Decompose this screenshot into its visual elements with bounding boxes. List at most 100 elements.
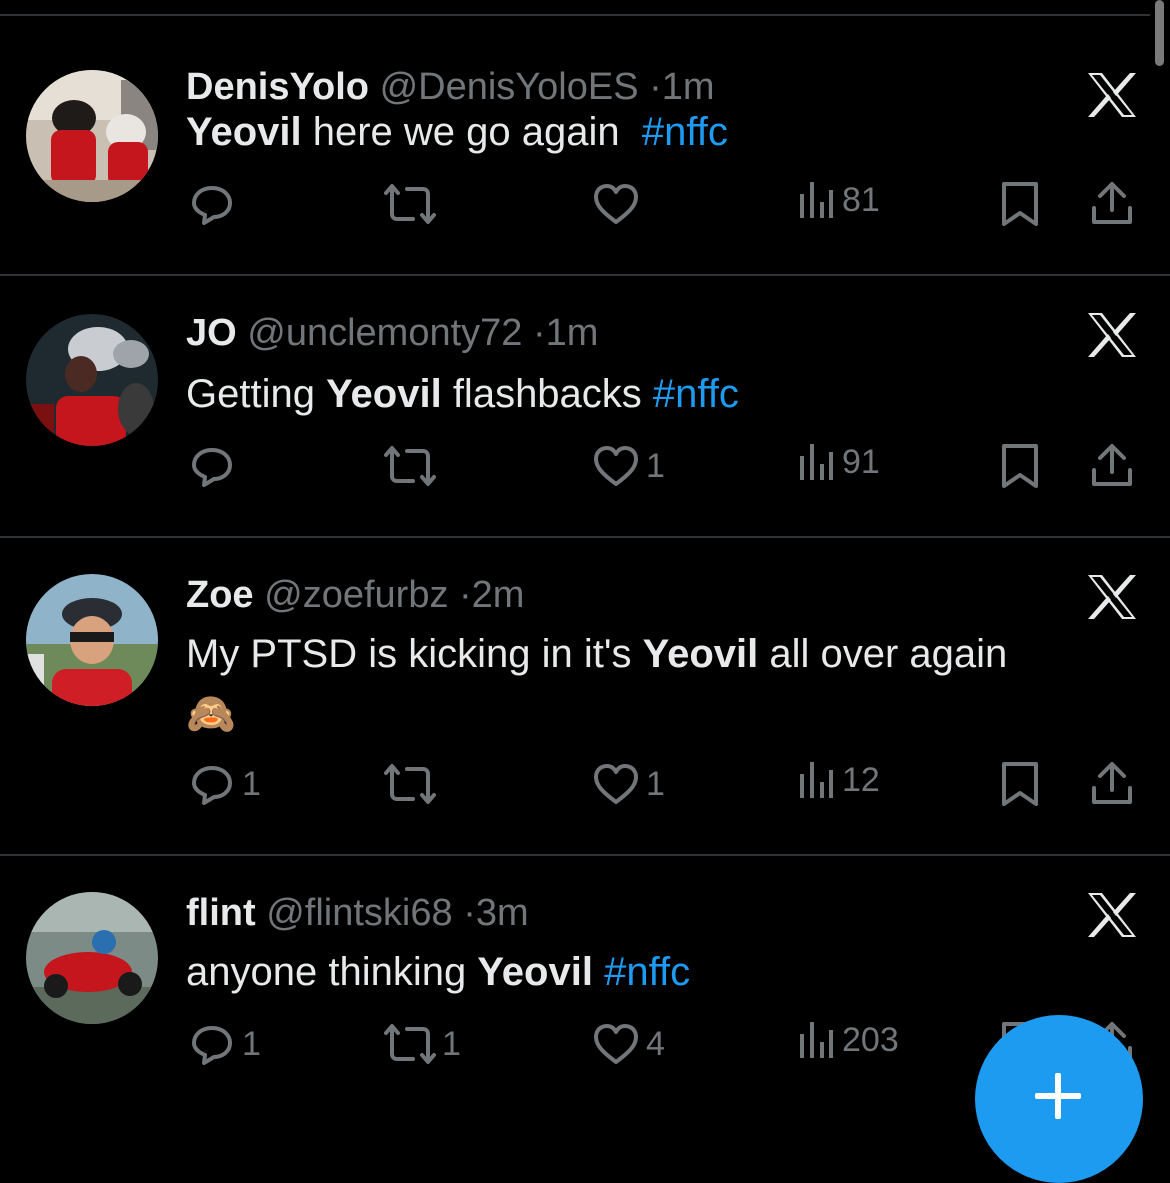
views-icon: [800, 182, 833, 218]
views-button[interactable]: 12: [796, 760, 880, 800]
text-normal: anyone thinking: [186, 950, 478, 994]
views-icon: [800, 1022, 833, 1058]
tweet-text: My PTSD is kicking in it's Yeovil all ov…: [186, 624, 1116, 744]
retweet-icon: [384, 184, 436, 224]
tweet-item[interactable]: DenisYolo @DenisYoloES ·1m Yeovil here w…: [0, 16, 1170, 276]
share-button[interactable]: [1088, 442, 1136, 490]
reply-icon: [192, 186, 232, 225]
bookmark-button[interactable]: [998, 180, 1042, 228]
view-count: 81: [842, 180, 880, 219]
tweet-item[interactable]: JO @unclemonty72 ·1m Getting Yeovil flas…: [0, 276, 1170, 538]
user-handle[interactable]: @flintski68: [266, 892, 452, 934]
text-bold: Yeovil: [642, 632, 759, 676]
like-icon: [594, 764, 638, 804]
tweet-text: anyone thinking Yeovil #nffc: [186, 942, 1116, 1002]
share-icon: [1092, 182, 1132, 224]
separator-dot: ·: [463, 892, 476, 934]
bookmark-button[interactable]: [998, 442, 1042, 490]
reply-icon: [192, 448, 232, 487]
text-bold: Yeovil: [326, 372, 442, 416]
reply-icon: [192, 766, 232, 805]
views-icon: [800, 762, 833, 798]
share-icon: [1092, 762, 1132, 804]
text-normal: flashbacks: [441, 372, 653, 416]
view-count: 12: [842, 760, 880, 799]
display-name[interactable]: JO: [186, 312, 237, 354]
retweet-button[interactable]: [384, 180, 442, 228]
retweet-icon: [384, 764, 436, 804]
separator-dot: ·: [459, 574, 472, 616]
tweet-actions: 1 1 12: [0, 760, 1170, 820]
timestamp[interactable]: 1m: [546, 312, 599, 354]
reply-button[interactable]: 1: [188, 760, 261, 808]
text-normal: all over again: [758, 632, 1008, 676]
retweet-icon: [384, 446, 436, 486]
text-bold: Yeovil: [186, 110, 302, 154]
plus-icon-vertical: [1055, 1073, 1061, 1119]
views-button[interactable]: 91: [796, 442, 880, 482]
avatar[interactable]: [26, 314, 158, 446]
view-count: 91: [842, 442, 880, 481]
reply-button[interactable]: [188, 442, 242, 490]
reply-count: 1: [242, 764, 261, 803]
like-button[interactable]: [592, 180, 646, 228]
retweet-button[interactable]: [384, 760, 442, 808]
user-handle[interactable]: @zoefurbz: [264, 574, 448, 616]
avatar[interactable]: [26, 892, 158, 1024]
tweet-header: flint @flintski68 ·3m: [186, 890, 529, 936]
x-logo-icon[interactable]: [1086, 892, 1138, 938]
share-button[interactable]: [1088, 760, 1136, 808]
views-icon: [800, 444, 833, 480]
like-button[interactable]: 1: [592, 442, 665, 490]
x-logo-icon[interactable]: [1086, 574, 1138, 620]
like-icon: [594, 1024, 638, 1064]
tweet-text: Yeovil here we go again #nffc: [186, 102, 1116, 162]
text-normal: Getting: [186, 372, 327, 416]
retweet-button[interactable]: 1: [384, 1020, 461, 1068]
like-icon: [594, 184, 638, 224]
text-bold: Yeovil: [477, 950, 593, 994]
tweet-header: Zoe @zoefurbz ·2m: [186, 572, 524, 618]
separator-dot: ·: [533, 312, 546, 354]
text-normal: [593, 950, 604, 994]
emoji: 🙈: [186, 692, 236, 736]
like-button[interactable]: 4: [592, 1020, 665, 1068]
views-button[interactable]: 81: [796, 180, 880, 220]
timestamp[interactable]: 3m: [476, 892, 529, 934]
like-count: 4: [646, 1024, 665, 1063]
retweet-icon: [384, 1024, 436, 1064]
reply-icon: [192, 1026, 232, 1065]
bookmark-button[interactable]: [998, 760, 1042, 808]
reply-count: 1: [242, 1024, 261, 1063]
like-icon: [594, 446, 638, 486]
text-normal: here we go again: [301, 110, 642, 154]
share-button[interactable]: [1088, 180, 1136, 228]
hashtag-link[interactable]: #nffc: [642, 110, 728, 154]
bookmark-icon: [1002, 444, 1038, 488]
display-name[interactable]: Zoe: [186, 574, 254, 616]
view-count: 203: [842, 1020, 899, 1059]
x-logo-icon[interactable]: [1086, 312, 1138, 358]
tweet-text: Getting Yeovil flashbacks #nffc: [186, 364, 1116, 424]
compose-button[interactable]: [975, 1015, 1143, 1183]
retweet-button[interactable]: [384, 442, 442, 490]
like-count: 1: [646, 764, 665, 803]
tweet-actions: 1 91: [0, 442, 1170, 502]
reply-button[interactable]: 1: [188, 1020, 261, 1068]
tweet-header: JO @unclemonty72 ·1m: [186, 310, 598, 356]
like-count: 1: [646, 446, 665, 485]
bookmark-icon: [1002, 762, 1038, 806]
views-button[interactable]: 203: [796, 1020, 899, 1060]
tweet-item[interactable]: Zoe @zoefurbz ·2m My PTSD is kicking in …: [0, 538, 1170, 856]
tweet-actions: 81: [0, 180, 1170, 240]
share-icon: [1092, 444, 1132, 486]
user-handle[interactable]: @unclemonty72: [247, 312, 522, 354]
reply-button[interactable]: [188, 180, 242, 228]
like-button[interactable]: 1: [592, 760, 665, 808]
hashtag-link[interactable]: #nffc: [653, 372, 739, 416]
bookmark-icon: [1002, 182, 1038, 226]
avatar[interactable]: [26, 574, 158, 706]
hashtag-link[interactable]: #nffc: [604, 950, 690, 994]
display-name[interactable]: flint: [186, 892, 256, 934]
timestamp[interactable]: 2m: [472, 574, 525, 616]
